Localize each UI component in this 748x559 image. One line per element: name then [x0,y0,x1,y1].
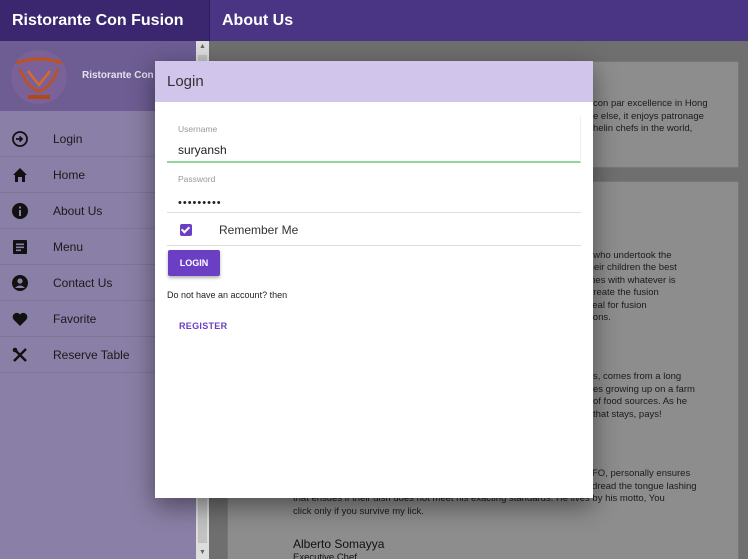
no-account-text: Do not have an account? then [167,290,288,300]
app-title: Ristorante Con Fusion [0,0,209,41]
username-label: Username [178,124,218,134]
utensils-icon [12,347,27,362]
scroll-down-icon[interactable]: ▼ [196,547,209,559]
login-icon [12,130,28,147]
chef-role: Executive Chef [293,552,357,559]
heart-icon [12,312,28,326]
username-field[interactable]: Username suryansh [167,117,581,163]
leader-text-2: s, comes from a long es growing up on a f… [593,371,695,420]
sidebar-item-label: Favorite [53,311,97,326]
login-dialog: Login Username suryansh Password •••••••… [155,61,593,498]
sidebar-item-label: Reserve Table [53,347,130,362]
sidebar-item-label: About Us [53,203,103,218]
scroll-up-icon[interactable]: ▲ [196,41,209,53]
sidebar-item-label: Login [53,131,83,146]
password-label: Password [178,174,216,184]
login-button[interactable]: LOGIN [168,250,220,276]
username-input[interactable]: suryansh [178,143,558,157]
remember-me-label: Remember Me [219,223,299,237]
chef-name: Alberto Somayya [293,537,385,551]
remember-me-row[interactable]: Remember Me [167,215,581,246]
sidebar-item-label: Home [53,167,86,182]
page-title: About Us [209,0,748,41]
password-field[interactable]: Password ••••••••• [167,167,581,213]
register-button[interactable]: REGISTER [179,321,227,331]
menu-list-icon [13,239,27,254]
sidebar-item-label: Menu [53,239,84,254]
remember-me-checkbox[interactable] [180,224,192,236]
password-input[interactable]: ••••••••• [178,197,558,209]
restaurant-logo [11,50,67,104]
info-icon [12,202,28,219]
dialog-title: Login [155,61,593,102]
account-circle-icon [12,274,28,291]
history-text: con par excellence in Hong e else, it enj… [593,98,708,134]
home-icon [13,167,27,182]
sidebar-item-label: Contact Us [53,275,113,290]
sidebar-brand: Ristorante Con F [82,70,163,81]
